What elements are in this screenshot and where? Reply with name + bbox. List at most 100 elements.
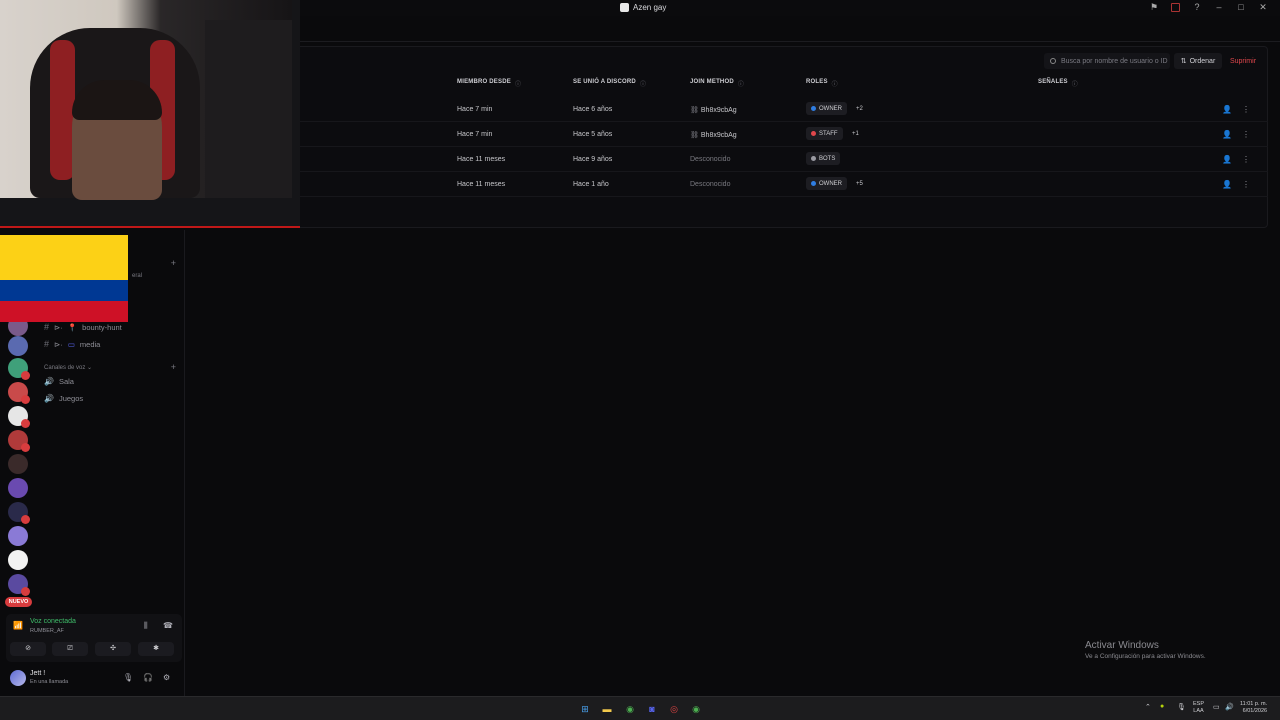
notification-badge [21,587,30,596]
inbox-icon[interactable] [1171,2,1180,12]
username[interactable]: Jett ! [30,670,45,677]
clock[interactable]: 11:01 p. m. 6/01/2026 [1240,701,1267,715]
search-placeholder: Busca por nombre de usuario o ID [1061,57,1168,65]
more-icon[interactable]: ⋮ [1242,105,1250,114]
channel-label: bounty-hunt [82,322,122,332]
server-icon[interactable] [8,550,28,570]
more-icon[interactable]: ⋮ [1242,180,1250,189]
joined-discord: Hace 5 años [573,131,613,138]
profile-icon[interactable]: 👤 [1222,155,1232,164]
server-icon[interactable] [8,478,28,498]
notification-badge [21,371,30,380]
voice-channel-juegos[interactable]: 🔊 Juegos [44,394,83,403]
voice-category[interactable]: Canales de voz ⌄ [44,364,92,371]
info-icon: ⓘ [831,82,838,88]
voice-channel-sala[interactable]: 🔊 Sala [44,377,74,386]
role-chip[interactable]: OWNER [806,177,847,190]
channel-bounty-hunt[interactable]: # ⊳· 📍 bounty-hunt [44,322,122,332]
hash-icon: # [44,339,50,349]
column-header[interactable]: MIEMBRO DESDE ⓘ [457,79,521,88]
more-icon[interactable]: ⋮ [1242,130,1250,139]
volume-icon[interactable]: 🔊 [1225,703,1234,711]
join-method: Desconocido [690,156,731,163]
user-panel: Jett ! En una llamada 🎙 🎧 ⚙ [6,665,182,691]
profile-icon[interactable]: 👤 [1222,180,1232,189]
role-extra-count[interactable]: +1 [852,131,859,137]
info-icon: ⓘ [514,82,522,88]
discord-icon[interactable]: ◙ [645,702,659,716]
close-icon[interactable]: ✕ [1258,2,1268,12]
soundboard-button[interactable]: ✱ [138,642,174,656]
server-icon[interactable] [8,430,30,452]
table-row[interactable]: Hace 11 meses Hace 1 año Desconocido OWN… [300,172,1268,197]
language-indicator[interactable]: ESP LAA [1193,701,1204,715]
server-icon[interactable] [8,336,28,356]
chevron-down-icon: ⌄ [87,365,93,371]
server-icon[interactable] [8,454,28,474]
table-row[interactable]: Hace 7 min Hace 5 años ⛓ Bh8x9cbAg STAFF … [300,122,1268,147]
delete-button[interactable]: Suprimir [1226,53,1260,69]
minimize-icon[interactable]: – [1214,2,1224,12]
tray-app-icon[interactable]: ● [1160,703,1164,710]
notification-badge [21,419,30,428]
server-icon[interactable] [8,406,30,428]
microphone-icon[interactable]: 🎙 [123,673,133,682]
member-since: Hace 7 min [457,106,493,113]
flag-stripe-yellow [0,235,128,280]
server-icon[interactable] [8,382,30,404]
file-explorer-icon[interactable]: ▬ [600,702,614,716]
flag-icon[interactable]: ⚑ [1149,2,1159,12]
network-icon[interactable]: ▭ [1213,703,1220,711]
column-header[interactable]: SEÑALES ⓘ [1038,79,1078,88]
table-row[interactable]: Hace 11 meses Hace 9 años Desconocido BO… [300,147,1268,172]
thread-icon: ⊳· [54,322,63,332]
more-icon[interactable]: ⋮ [1242,155,1250,164]
search-input[interactable]: Busca por nombre de usuario o ID [1044,53,1170,69]
chrome-alt-icon[interactable]: ◉ [689,702,703,716]
role-chip[interactable]: STAFF [806,127,843,140]
add-voice-channel-icon[interactable]: + [171,362,176,372]
settings-gear-icon[interactable]: ⚙ [163,673,170,682]
table-row[interactable]: Hace 7 min Hace 6 años ⛓ Bh8x9cbAg OWNER … [300,97,1268,122]
chrome-icon[interactable]: ◉ [623,702,637,716]
partial-channel-label: eral [132,273,143,279]
avatar[interactable] [10,670,26,686]
chevron-up-icon[interactable]: ⌃ [1145,703,1151,711]
server-icon[interactable] [8,574,30,596]
maximize-icon[interactable]: □ [1236,2,1246,12]
sort-button[interactable]: ⇅ Ordenar [1174,53,1222,69]
role-extra-count[interactable]: +2 [856,106,863,112]
server-icon[interactable] [8,526,28,546]
search-icon [1050,58,1056,64]
server-icon[interactable] [8,358,30,380]
member-since: Hace 7 min [457,131,493,138]
role-chip[interactable]: OWNER [806,102,847,115]
signal-icon[interactable]: 📶 [13,621,23,630]
noise-suppression-icon[interactable]: ⫼ [144,621,148,631]
headphones-icon[interactable]: 🎧 [143,673,153,682]
voice-status[interactable]: Voz conectada [30,618,76,625]
channel-media[interactable]: # ⊳· ▭ media [44,339,100,349]
member-since: Hace 11 meses [457,181,506,188]
role-color-dot [811,181,816,186]
column-header[interactable]: ROLES ⓘ [806,79,838,88]
role-chip[interactable]: BOTS [806,152,841,165]
profile-icon[interactable]: 👤 [1222,105,1232,114]
activities-button[interactable]: ✣ [95,642,131,656]
pin-icon: 📍 [67,322,78,332]
camera-off-button[interactable]: ⊘ [10,642,46,656]
profile-icon[interactable]: 👤 [1222,130,1232,139]
microphone-tray-icon[interactable]: 🎙 [1177,703,1186,711]
recording-app-icon[interactable]: ◎ [667,702,681,716]
role-extra-count[interactable]: +5 [856,181,863,187]
screen-share-button[interactable]: ⎚ [52,642,88,656]
help-icon[interactable]: ? [1192,2,1202,12]
joined-discord: Hace 9 años [573,156,613,163]
server-icon[interactable] [8,502,30,524]
link-icon: ⛓ [690,132,699,139]
disconnect-icon[interactable]: ☎ [163,621,173,630]
windows-start-icon[interactable]: ⊞ [578,702,592,716]
column-header[interactable]: SE UNIÓ A DISCORD ⓘ [573,79,646,88]
column-header[interactable]: JOIN METHOD ⓘ [690,79,744,88]
add-channel-icon[interactable]: + [171,258,176,268]
